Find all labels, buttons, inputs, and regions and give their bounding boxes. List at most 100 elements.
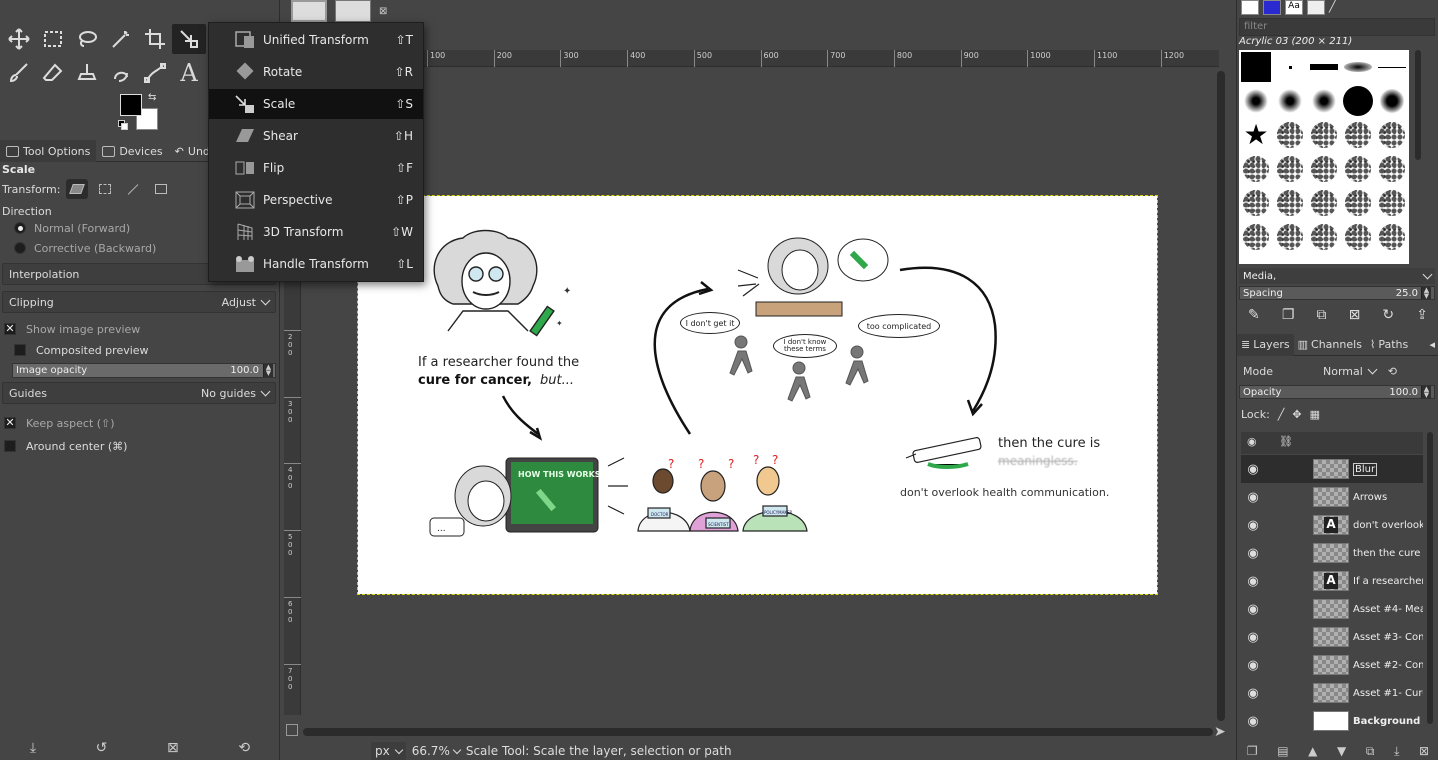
unit-select[interactable]: px xyxy=(371,742,406,760)
brush-preview[interactable] xyxy=(1375,152,1409,186)
dock-menu-icon[interactable]: ◂ xyxy=(1429,338,1438,351)
composited-preview-checkbox[interactable] xyxy=(14,344,26,356)
layer-row[interactable]: ◉ then the cure xyxy=(1241,539,1423,567)
brush-preview[interactable] xyxy=(1307,84,1341,118)
eye-icon[interactable]: ◉ xyxy=(1241,490,1265,505)
lock-pixels-icon[interactable]: ╱ xyxy=(1278,408,1285,421)
horizontal-scrollbar[interactable] xyxy=(303,725,1213,739)
spacing-slider[interactable]: Spacing 25.0 ▲ ▼ xyxy=(1239,286,1435,300)
brush-scrollbar[interactable] xyxy=(1413,50,1423,264)
brush-icon[interactable]: ╱ xyxy=(1329,0,1336,16)
brush-preview[interactable] xyxy=(1375,84,1409,118)
brush-preview[interactable] xyxy=(1307,50,1341,84)
menu-item-scale[interactable]: Scale ⇧S xyxy=(209,89,423,119)
spin-buttons[interactable]: ▲ ▼ xyxy=(1421,386,1431,399)
menu-item-3d-transform[interactable]: 3D Transform ⇧W xyxy=(209,217,423,247)
move-tool-icon[interactable] xyxy=(2,24,36,54)
menu-item-flip[interactable]: Flip ⇧F xyxy=(209,153,423,183)
transform-layer-button[interactable] xyxy=(66,179,89,199)
scale-tool-icon[interactable] xyxy=(172,24,206,54)
menu-item-shear[interactable]: Shear ⇧H xyxy=(209,121,423,151)
scroll-thumb[interactable] xyxy=(1415,50,1421,160)
layer-row[interactable]: ◉ don't overlook xyxy=(1241,511,1423,539)
lock-alpha-icon[interactable]: ▦ xyxy=(1310,408,1320,421)
new-brush-icon[interactable]: ❐ xyxy=(1282,307,1295,323)
brush-preview[interactable] xyxy=(1341,84,1375,118)
menu-item-rotate[interactable]: Rotate ⇧R xyxy=(209,57,423,87)
scroll-thumb[interactable] xyxy=(1217,71,1225,721)
brush-preview[interactable] xyxy=(1273,220,1307,254)
zoom-select[interactable]: 66.7% xyxy=(412,744,462,758)
keep-aspect-row[interactable]: ✕ Keep aspect (⇧) xyxy=(0,415,278,431)
fonts-tab-icon[interactable]: Aa xyxy=(1285,0,1303,15)
brush-preview[interactable]: ★ xyxy=(1239,118,1273,152)
brush-preview[interactable] xyxy=(1307,118,1341,152)
image-tab-thumbnail[interactable] xyxy=(335,0,371,22)
eye-icon[interactable]: ◉ xyxy=(1241,686,1265,701)
rect-select-icon[interactable] xyxy=(36,24,70,54)
transform-path-button[interactable] xyxy=(122,179,144,199)
merge-layer-icon[interactable]: ⤓ xyxy=(1394,744,1399,760)
scroll-thumb[interactable] xyxy=(303,728,1213,736)
mode-select[interactable]: Normal xyxy=(1323,364,1378,378)
new-layer-icon[interactable]: ❐ xyxy=(1247,744,1258,760)
brush-preview[interactable] xyxy=(1239,186,1273,220)
raise-layer-icon[interactable]: ▲ xyxy=(1308,744,1317,760)
lasso-icon[interactable] xyxy=(70,24,104,54)
tab-devices[interactable]: Devices xyxy=(96,140,168,162)
brush-preview[interactable] xyxy=(1341,220,1375,254)
scroll-thumb[interactable] xyxy=(1427,432,1433,724)
layer-row[interactable]: ◉ Arrows xyxy=(1241,483,1423,511)
keep-aspect-checkbox[interactable]: ✕ xyxy=(4,417,16,429)
layer-row[interactable]: ◉ Asset #1- Cure xyxy=(1241,679,1423,707)
brush-preview[interactable] xyxy=(1273,118,1307,152)
patterns-tab-icon[interactable] xyxy=(1263,0,1281,15)
brush-preview[interactable] xyxy=(1375,186,1409,220)
brush-preview[interactable] xyxy=(1341,186,1375,220)
brush-preview[interactable] xyxy=(1273,186,1307,220)
new-group-icon[interactable]: ▤ xyxy=(1277,744,1288,760)
layers-scrollbar[interactable] xyxy=(1425,432,1435,724)
spin-buttons[interactable]: ▲ ▼ xyxy=(263,364,273,377)
foreground-color[interactable] xyxy=(120,94,142,116)
reset-colors-icon[interactable] xyxy=(118,120,128,130)
mode-reset-icon[interactable]: ⟲ xyxy=(1388,365,1397,378)
image-canvas[interactable]: ✦ ✦ If a researcher found the cure for c… xyxy=(357,195,1158,595)
open-brush-icon[interactable]: ⇪ xyxy=(1416,307,1428,323)
quick-mask-icon[interactable] xyxy=(286,724,298,736)
lock-position-icon[interactable]: ✥ xyxy=(1292,408,1301,421)
crop-icon[interactable] xyxy=(138,24,172,54)
refresh-brushes-icon[interactable]: ↻ xyxy=(1382,307,1394,323)
brush-preview[interactable] xyxy=(1239,50,1273,84)
brush-preview[interactable] xyxy=(1307,152,1341,186)
vertical-scrollbar[interactable] xyxy=(1214,67,1228,721)
tab-channels[interactable]: ▥ Channels xyxy=(1294,334,1366,356)
delete-layer-icon[interactable]: ⊠ xyxy=(1419,744,1429,760)
brush-tag-select[interactable]: Media, xyxy=(1239,268,1435,284)
transform-selection-button[interactable] xyxy=(94,179,116,199)
edit-brush-icon[interactable]: ✎ xyxy=(1248,307,1260,323)
layer-row[interactable]: ◉ Background xyxy=(1241,707,1423,735)
menu-item-perspective[interactable]: Perspective ⇧P xyxy=(209,185,423,215)
brush-preview[interactable] xyxy=(1273,152,1307,186)
brushes-tab-icon[interactable] xyxy=(1241,0,1259,15)
eye-icon[interactable]: ◉ xyxy=(1241,658,1265,673)
delete-brush-icon[interactable]: ⊠ xyxy=(1349,307,1361,323)
brush-preview[interactable] xyxy=(1341,50,1375,84)
show-preview-checkbox[interactable]: ✕ xyxy=(4,323,16,335)
eye-icon[interactable]: ◉ xyxy=(1241,630,1265,645)
save-options-icon[interactable]: ⤓ xyxy=(30,740,36,756)
brush-preview[interactable] xyxy=(1341,118,1375,152)
image-tab-thumbnail[interactable] xyxy=(291,0,327,22)
duplicate-brush-icon[interactable]: ⧉ xyxy=(1316,307,1326,323)
eye-icon[interactable]: ◉ xyxy=(1241,602,1265,617)
eraser-icon[interactable] xyxy=(36,58,70,88)
brush-preview[interactable] xyxy=(1375,118,1409,152)
brush-preview[interactable] xyxy=(1307,186,1341,220)
brush-preview[interactable] xyxy=(1375,50,1409,84)
transform-image-button[interactable] xyxy=(150,179,172,199)
close-icon[interactable]: ⊠ xyxy=(379,6,387,22)
image-opacity-slider[interactable]: Image opacity 100.0 ▲ ▼ xyxy=(12,363,276,378)
radio-corrective[interactable] xyxy=(14,242,26,254)
duplicate-layer-icon[interactable]: ⧉ xyxy=(1366,744,1375,760)
